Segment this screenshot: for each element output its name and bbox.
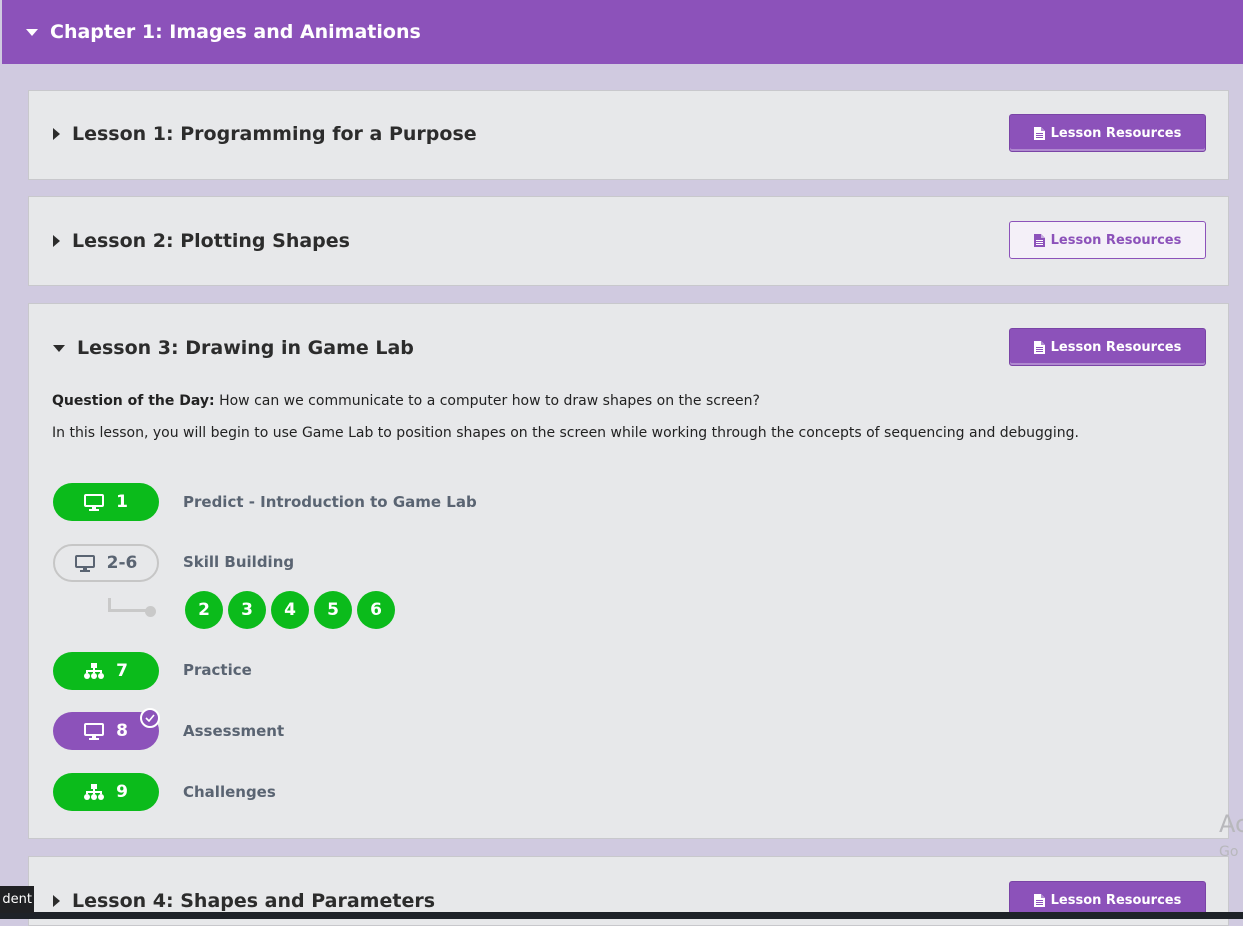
sublevel-bubble[interactable]: 5 — [314, 591, 352, 629]
level-name[interactable]: Challenges — [183, 783, 276, 801]
lesson-card: Lesson 2: Plotting Shapes Lesson Resourc… — [28, 196, 1229, 286]
sublevel-bubble[interactable]: 2 — [185, 591, 223, 629]
level-bubble[interactable]: 1 — [53, 483, 159, 521]
caret-right-icon — [53, 128, 60, 140]
lesson-title: Lesson 4: Shapes and Parameters — [72, 890, 436, 912]
level-number: 1 — [116, 492, 128, 512]
lesson-resources-button[interactable]: Lesson Resources — [1009, 328, 1206, 366]
lesson-header[interactable]: Lesson 3: Drawing in Game Lab — [53, 337, 414, 359]
chapter-header[interactable]: Chapter 1: Images and Animations — [2, 0, 1243, 64]
lesson-title: Lesson 2: Plotting Shapes — [72, 230, 350, 252]
activation-watermark: Ac — [1219, 810, 1243, 838]
activation-watermark-sub: Go — [1219, 844, 1239, 860]
level-name[interactable]: Skill Building — [183, 553, 294, 571]
lesson-resources-button[interactable]: Lesson Resources — [1009, 114, 1206, 152]
sublevel-connector-dot — [145, 606, 156, 617]
document-icon — [1033, 893, 1045, 907]
desktop-icon — [84, 493, 105, 511]
check-icon — [140, 708, 160, 728]
level-number: 2-6 — [106, 553, 138, 573]
level-number: 8 — [116, 721, 128, 741]
lesson-title: Lesson 1: Programming for a Purpose — [72, 123, 477, 145]
lesson-resources-label: Lesson Resources — [1050, 892, 1182, 908]
tooltip: dent — [0, 886, 34, 913]
lesson-resources-button[interactable]: Lesson Resources — [1009, 221, 1206, 259]
lesson-header[interactable]: Lesson 4: Shapes and Parameters — [53, 890, 435, 912]
level-group-bubble[interactable]: 2-6 — [53, 544, 159, 582]
caret-right-icon — [53, 895, 60, 907]
caret-down-icon — [26, 28, 38, 36]
sublevel-bubble[interactable]: 3 — [228, 591, 266, 629]
document-icon — [1033, 233, 1045, 247]
chapter-title: Chapter 1: Images and Animations — [50, 21, 421, 43]
level-number: 9 — [116, 782, 128, 802]
lesson-card: Lesson 1: Programming for a Purpose Less… — [28, 90, 1229, 180]
level-name[interactable]: Predict - Introduction to Game Lab — [183, 493, 477, 511]
lesson-resources-label: Lesson Resources — [1050, 232, 1182, 248]
desktop-icon — [74, 554, 95, 572]
lesson-resources-label: Lesson Resources — [1050, 339, 1182, 355]
document-icon — [1033, 340, 1045, 354]
level-bubble[interactable]: 9 — [53, 773, 159, 811]
level-name[interactable]: Practice — [183, 661, 252, 679]
lesson-header[interactable]: Lesson 1: Programming for a Purpose — [53, 123, 477, 145]
taskbar — [0, 912, 1243, 919]
level-number: 7 — [116, 661, 128, 681]
lesson-resources-label: Lesson Resources — [1050, 125, 1182, 141]
lesson-title: Lesson 3: Drawing in Game Lab — [77, 337, 414, 359]
document-icon — [1033, 126, 1045, 140]
sitemap-icon — [84, 663, 105, 679]
sublevel-bubble[interactable]: 6 — [357, 591, 395, 629]
qotd-text: How can we communicate to a computer how… — [214, 393, 760, 409]
qotd-label: Question of the Day: — [52, 393, 215, 409]
question-of-the-day: Question of the Day: How can we communic… — [52, 393, 760, 409]
caret-down-icon — [53, 344, 65, 352]
level-bubble[interactable]: 7 — [53, 652, 159, 690]
caret-right-icon — [53, 235, 60, 247]
lesson-overview: In this lesson, you will begin to use Ga… — [52, 425, 1079, 441]
sublevel-bubble[interactable]: 4 — [271, 591, 309, 629]
lesson-card-expanded: Lesson 3: Drawing in Game Lab Lesson Res… — [28, 303, 1229, 839]
lesson-header[interactable]: Lesson 2: Plotting Shapes — [53, 230, 350, 252]
sitemap-icon — [84, 784, 105, 800]
level-name[interactable]: Assessment — [183, 722, 284, 740]
desktop-icon — [84, 722, 105, 740]
